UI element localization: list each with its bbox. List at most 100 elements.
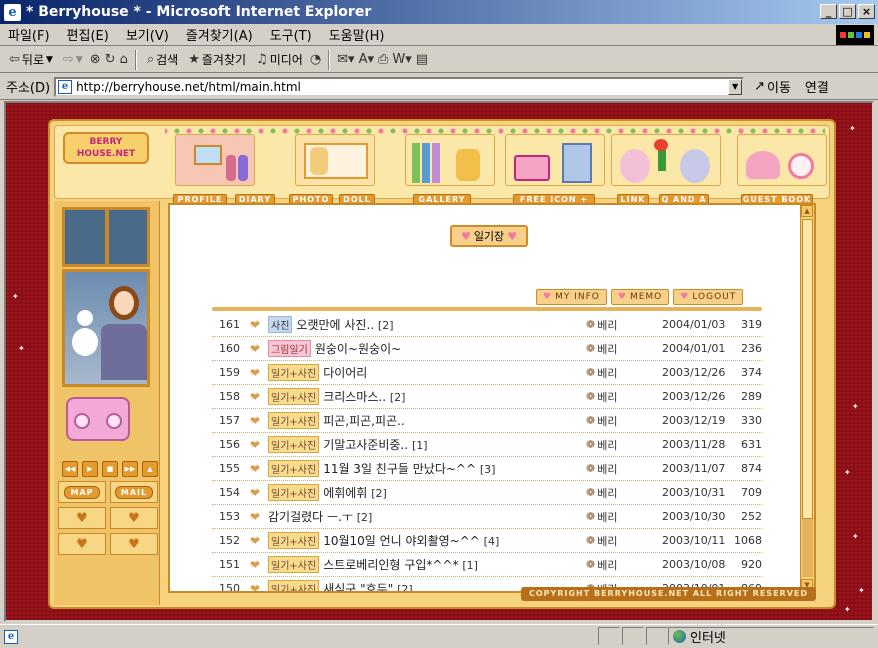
post-author[interactable]: ❁베리 xyxy=(586,317,662,333)
post-title-link[interactable]: 기말고사준비중.. [1] xyxy=(323,436,586,453)
address-input[interactable]: e http://berryhouse.net/html/main.html ▼ xyxy=(54,76,745,97)
site-logo[interactable]: BERRY HOUSE.NET xyxy=(63,132,149,164)
stop-icon[interactable]: ⊗ xyxy=(90,52,101,67)
post-author[interactable]: ❁베리 xyxy=(586,365,662,381)
print-icon[interactable]: ⎙ xyxy=(378,52,388,67)
heart-button[interactable]: ♥ xyxy=(58,507,106,529)
back-button[interactable]: ⇦ 뒤로 ▼ xyxy=(6,51,56,68)
post-row[interactable]: 152 ❤ 일기+사진 10월10일 언니 야외촬영~^^ [4] ❁ 베리 2003/10… xyxy=(212,529,762,553)
post-row[interactable]: 156 ❤ 일기+사진 기말고사준비중.. [1] ❁ 베리 2003/11/28 631 xyxy=(212,433,762,457)
links-button[interactable]: 연결 xyxy=(805,77,829,96)
minimize-button[interactable]: _ xyxy=(820,4,837,19)
post-row[interactable]: 153 ❤ 감기걸렸다 ㅡ.ㅜ [2] ❁ 베리 2003/10/30 252 xyxy=(212,505,762,529)
my-info-button[interactable]: ♥ MY INFO xyxy=(536,289,607,305)
heart-button[interactable]: ♥ xyxy=(110,533,158,555)
edit-icon[interactable]: W▾ xyxy=(392,52,411,67)
menu-file[interactable]: 파일(F) xyxy=(8,25,50,44)
post-title-link[interactable]: 원숭이~원숭이~ xyxy=(315,340,586,357)
stop-music-icon[interactable]: ■ xyxy=(102,461,118,477)
post-title-link[interactable]: 스트로베리인형 구입*^^* [1] xyxy=(323,556,586,573)
post-title-link[interactable]: 피곤,피곤,피곤.. xyxy=(323,412,586,429)
post-number: 154 xyxy=(219,486,240,499)
post-author[interactable]: ❁베리 xyxy=(586,389,662,405)
diary-button[interactable]: ♥ 일기장 ♥ xyxy=(450,225,528,247)
search-button[interactable]: ⌕ 검색 xyxy=(144,51,181,68)
post-category-tag: 일기+사진 xyxy=(268,532,320,549)
post-author[interactable]: ❁베리 xyxy=(586,533,662,549)
memo-button[interactable]: ♥ MEMO xyxy=(610,289,670,305)
post-author[interactable]: ❁베리 xyxy=(586,509,662,525)
play-icon[interactable]: ▶ xyxy=(82,461,98,477)
vertical-scrollbar[interactable]: ▲ ▼ xyxy=(800,205,814,591)
post-title-link[interactable]: 에휘에휘 [2] xyxy=(323,484,586,501)
post-author[interactable]: ❁베리 xyxy=(586,413,662,429)
scroll-thumb[interactable] xyxy=(802,219,813,519)
refresh-icon[interactable]: ↻ xyxy=(105,52,116,67)
post-row[interactable]: 161 ❤ 사진 오랫만에 사진.. [2] ❁ 베리 2004/01/03 319 xyxy=(212,313,762,337)
history-icon[interactable]: ◔ xyxy=(310,52,321,67)
fast-forward-icon[interactable]: ▶▶ xyxy=(122,461,138,477)
post-number: 158 xyxy=(219,390,240,403)
menu-tools[interactable]: 도구(T) xyxy=(270,25,312,44)
post-title-link[interactable]: 오랫만에 사진.. [2] xyxy=(296,316,586,333)
post-title: 원숭이~원숭이~ xyxy=(314,342,402,356)
menu-edit[interactable]: 편집(E) xyxy=(67,25,109,44)
post-row[interactable]: 151 ❤ 일기+사진 스트로베리인형 구입*^^* [1] ❁ 베리 2003/10/08… xyxy=(212,553,762,577)
close-button[interactable]: × xyxy=(858,4,875,19)
menu-help[interactable]: 도움말(H) xyxy=(329,25,385,44)
post-title-link[interactable]: 10월10일 언니 야외촬영~^^ [4] xyxy=(323,532,586,549)
post-row[interactable]: 155 ❤ 일기+사진 11월 3일 친구들 만났다~^^ [3] ❁ 베리 2003/11… xyxy=(212,457,762,481)
discuss-icon[interactable]: ▤ xyxy=(416,52,428,67)
forward-button[interactable]: ⇨ ▼ xyxy=(60,52,86,67)
post-row[interactable]: 159 ❤ 일기+사진 다이어리 ❁ 베리 2003/12/26 374 xyxy=(212,361,762,385)
post-row[interactable]: 158 ❤ 일기+사진 크리스마스.. [2] ❁ 베리 2003/12/26 289 xyxy=(212,385,762,409)
font-size-icon[interactable]: A▾ xyxy=(359,52,374,67)
address-dropdown-icon[interactable]: ▼ xyxy=(728,78,743,95)
eject-icon[interactable]: ▲ xyxy=(142,461,158,477)
menu-favorites[interactable]: 즐겨찾기(A) xyxy=(186,25,253,44)
favorites-button[interactable]: ★ 즐겨찾기 xyxy=(185,51,249,68)
mail-icon[interactable]: ✉▾ xyxy=(337,52,354,67)
menu-view[interactable]: 보기(V) xyxy=(126,25,169,44)
heart-button[interactable]: ♥ xyxy=(58,533,106,555)
author-name: 베리 xyxy=(597,558,618,572)
post-author[interactable]: ❁베리 xyxy=(586,341,662,357)
scroll-up-icon[interactable]: ▲ xyxy=(801,205,813,217)
heart-icon: ❤ xyxy=(249,533,261,548)
map-button[interactable]: MAP xyxy=(58,481,106,503)
post-hits: 631 xyxy=(741,438,762,451)
toolbar-separator xyxy=(328,49,331,70)
post-title-link[interactable]: 11월 3일 친구들 만났다~^^ [3] xyxy=(323,460,586,477)
maximize-button[interactable]: □ xyxy=(839,4,856,19)
post-title-link[interactable]: 다이어리 xyxy=(323,364,586,381)
author-icon: ❁ xyxy=(586,318,596,331)
heart-icon: ❤ xyxy=(249,365,261,380)
post-title-link[interactable]: 감기걸렸다 ㅡ.ㅜ [2] xyxy=(268,508,586,525)
memo-label: MEMO xyxy=(629,292,663,302)
mail-button[interactable]: MAIL xyxy=(110,481,158,503)
post-category-tag: 일기+사진 xyxy=(268,556,320,573)
post-date: 2004/01/03 xyxy=(662,318,726,331)
media-button[interactable]: ♫ 미디어 xyxy=(253,51,306,68)
post-row[interactable]: 160 ❤ 그림일기 원숭이~원숭이~ ❁ 베리 2004/01/01 236 xyxy=(212,337,762,361)
post-author[interactable]: ❁베리 xyxy=(586,437,662,453)
post-title-link[interactable]: 크리스마스.. [2] xyxy=(323,388,586,405)
back-dropdown-icon[interactable]: ▼ xyxy=(46,55,53,65)
post-row[interactable]: 157 ❤ 일기+사진 피곤,피곤,피곤.. ❁ 베리 2003/12/19 330 xyxy=(212,409,762,433)
author-icon: ❁ xyxy=(586,486,596,499)
comment-count: [2] xyxy=(397,583,413,593)
post-row[interactable]: 154 ❤ 일기+사진 에휘에휘 [2] ❁ 베리 2003/10/31 709 xyxy=(212,481,762,505)
go-button[interactable]: ↗ 이동 xyxy=(754,77,791,96)
forward-dropdown-icon[interactable]: ▼ xyxy=(76,55,83,65)
author-name: 베리 xyxy=(597,510,618,524)
post-author[interactable]: ❁베리 xyxy=(586,557,662,573)
post-author[interactable]: ❁베리 xyxy=(586,485,662,501)
home-icon[interactable]: ⌂ xyxy=(120,52,128,67)
heart-button[interactable]: ♥ xyxy=(110,507,158,529)
logout-button[interactable]: ♥ LOGOUT xyxy=(673,289,744,305)
rewind-icon[interactable]: ◀◀ xyxy=(62,461,78,477)
post-title: 피곤,피곤,피곤.. xyxy=(323,414,405,428)
scroll-track[interactable] xyxy=(802,519,813,577)
post-title: 크리스마스.. xyxy=(323,390,387,404)
post-author[interactable]: ❁베리 xyxy=(586,461,662,477)
